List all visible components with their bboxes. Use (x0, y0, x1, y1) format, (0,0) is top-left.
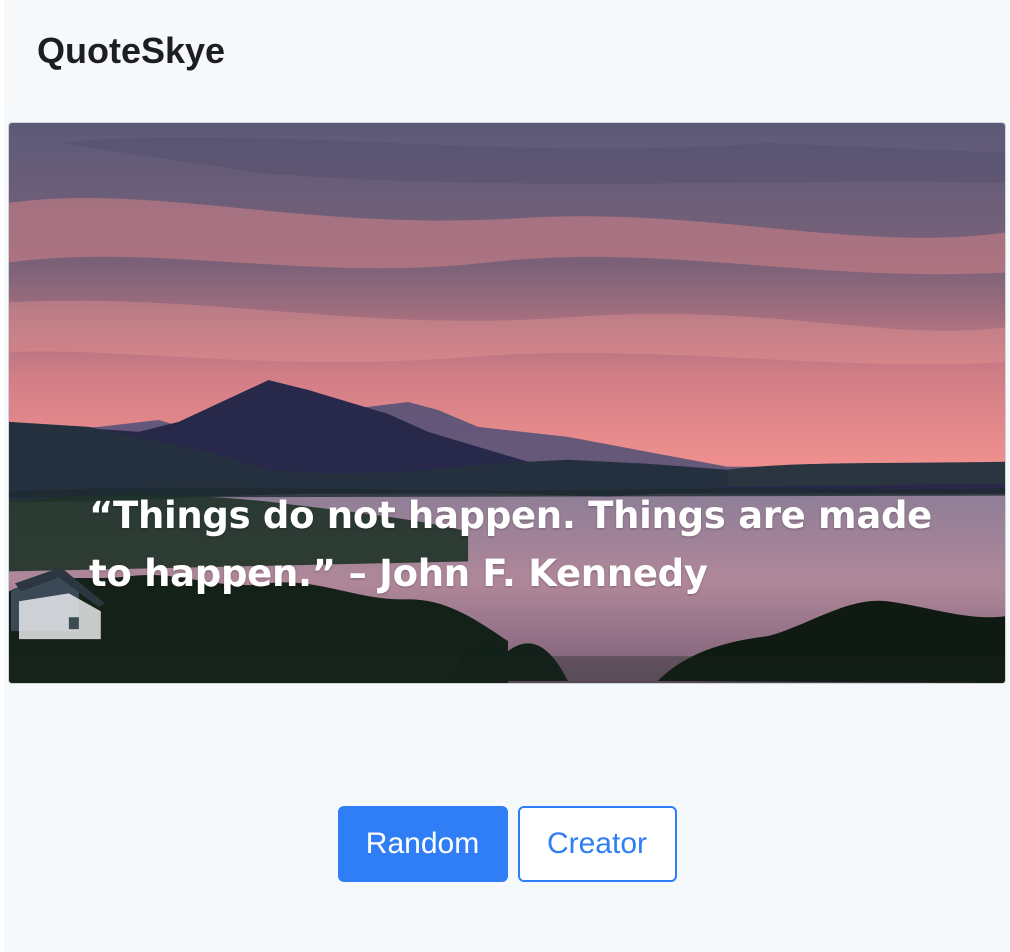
quote-text: “Things do not happen. Things are made t… (89, 494, 932, 595)
random-button[interactable]: Random (337, 806, 508, 882)
creator-button[interactable]: Creator (517, 806, 677, 882)
brand-logo[interactable]: QuoteSkye (37, 30, 225, 72)
action-buttons: Random Creator (4, 806, 1010, 884)
quote-image: “Things do not happen. Things are made t… (8, 122, 1006, 684)
navbar: QuoteSkye (4, 0, 1010, 108)
page: QuoteSkye “Things do not happen. Things … (4, 0, 1010, 952)
